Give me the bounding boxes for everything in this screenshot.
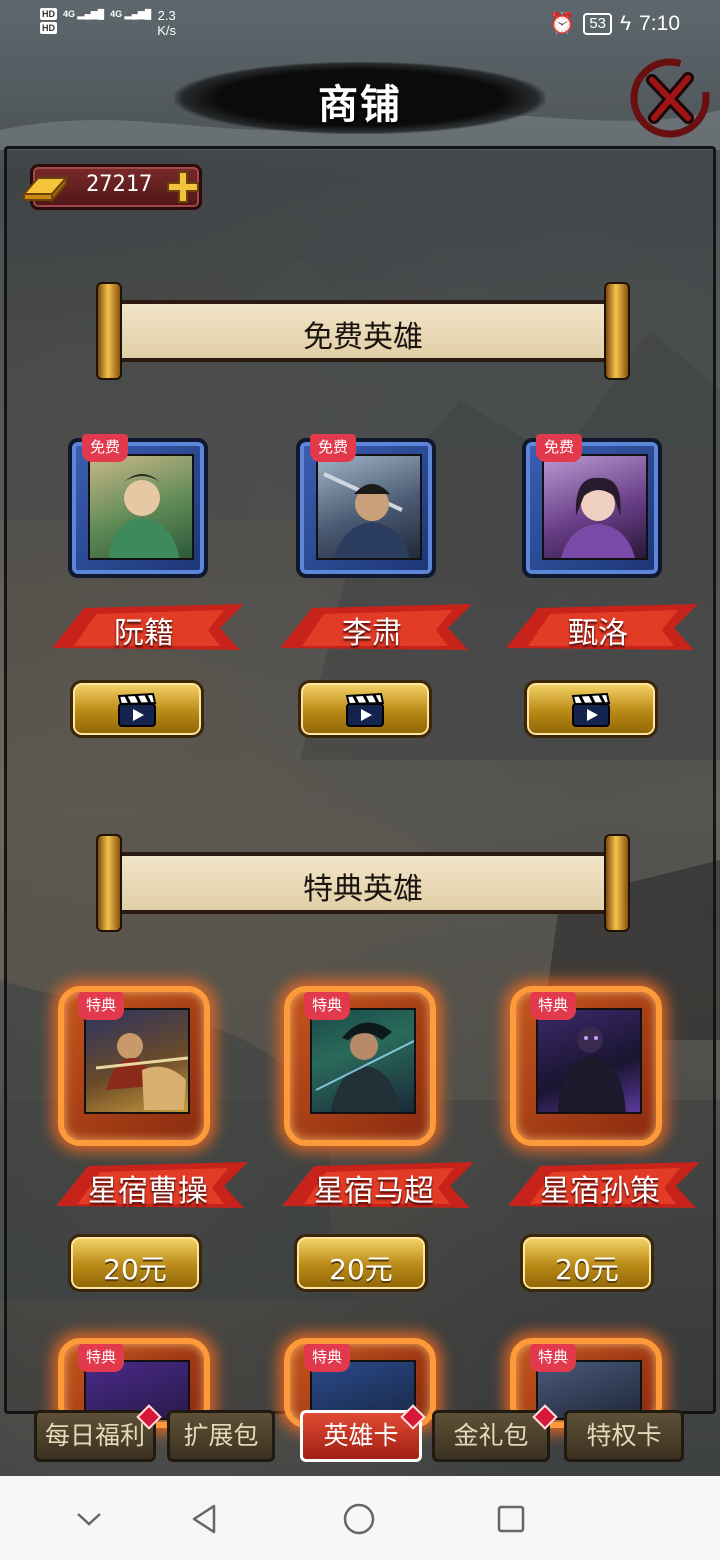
price-label: 20元 bbox=[103, 1253, 167, 1286]
watch-video-button[interactable] bbox=[524, 680, 658, 738]
hero-card-special[interactable]: 特典 星宿孙策 20元 bbox=[508, 986, 700, 1316]
hero-name-ribbon: 星宿曹操 bbox=[48, 1158, 248, 1212]
system-navigation-bar bbox=[0, 1476, 720, 1560]
battery-indicator: 53 bbox=[583, 13, 612, 35]
add-gold-button[interactable] bbox=[162, 166, 204, 208]
section-title: 免费英雄 bbox=[303, 320, 423, 355]
hero-name: 星宿曹操 bbox=[88, 1174, 208, 1209]
recent-apps-icon[interactable] bbox=[494, 1502, 528, 1536]
hero-card-special[interactable]: 特典 星宿马超 20元 bbox=[282, 986, 474, 1316]
hero-portrait bbox=[542, 454, 648, 560]
special-tag: 特典 bbox=[78, 992, 124, 1020]
hero-card-special-partial[interactable]: 特典 bbox=[58, 1338, 218, 1428]
hero-card-free[interactable]: 免费 甄洛 bbox=[506, 434, 698, 758]
free-tag: 免费 bbox=[536, 434, 582, 462]
hero-name: 星宿孙策 bbox=[540, 1174, 660, 1209]
video-clapper-icon bbox=[117, 692, 157, 727]
buy-button[interactable]: 20元 bbox=[68, 1234, 202, 1292]
hero-name: 阮籍 bbox=[114, 616, 174, 651]
video-clapper-icon bbox=[571, 692, 611, 727]
special-tag: 特典 bbox=[304, 992, 350, 1020]
hero-name: 甄洛 bbox=[568, 616, 628, 651]
special-tag: 特典 bbox=[530, 992, 576, 1020]
signal-icon: 4G ▂▄▆█ bbox=[110, 9, 152, 19]
hero-card-special-partial[interactable]: 特典 bbox=[510, 1338, 670, 1428]
tab-privilege-card[interactable]: 特权卡 bbox=[564, 1410, 684, 1462]
special-tag: 特典 bbox=[304, 1344, 350, 1372]
free-tag: 免费 bbox=[310, 434, 356, 462]
hd-badge: HD bbox=[40, 22, 57, 34]
video-clapper-icon bbox=[345, 692, 385, 727]
free-heroes-banner: 免费英雄 bbox=[96, 282, 630, 380]
hero-card-special-partial[interactable]: 特典 bbox=[284, 1338, 444, 1428]
hero-card-special[interactable]: 特典 星宿曹操 20元 bbox=[56, 986, 248, 1316]
special-tag: 特典 bbox=[530, 1344, 576, 1372]
hero-portrait bbox=[316, 454, 422, 560]
page-title: 商铺 bbox=[318, 82, 402, 128]
charging-icon: ϟ bbox=[620, 12, 632, 35]
hd-badge: HD bbox=[40, 8, 57, 20]
hero-name-ribbon: 甄洛 bbox=[498, 600, 698, 654]
signal-icon: 4G ▂▄▆█ bbox=[63, 9, 105, 19]
back-icon[interactable] bbox=[188, 1502, 222, 1536]
buy-button[interactable]: 20元 bbox=[294, 1234, 428, 1292]
hero-card-free[interactable]: 免费 阮籍 bbox=[52, 434, 244, 758]
section-title: 特典英雄 bbox=[303, 872, 423, 907]
price-label: 20元 bbox=[555, 1253, 619, 1286]
hero-name: 星宿马超 bbox=[314, 1174, 434, 1209]
network-speed: 2.3 K/s bbox=[157, 8, 177, 38]
hero-name-ribbon: 李肃 bbox=[272, 600, 472, 654]
chevron-down-icon[interactable] bbox=[72, 1502, 106, 1536]
close-button[interactable] bbox=[628, 56, 712, 140]
hero-portrait bbox=[84, 1008, 190, 1114]
close-icon bbox=[630, 58, 710, 138]
hero-portrait bbox=[310, 1008, 416, 1114]
special-heroes-banner: 特典英雄 bbox=[96, 834, 630, 932]
tab-expansion-pack[interactable]: 扩展包 bbox=[167, 1410, 275, 1462]
status-bar: HD HD 4G ▂▄▆█ 4G ▂▄▆█ 2.3 K/s ⏰ 53 ϟ 7:1… bbox=[0, 0, 720, 52]
bottom-tab-bar: 每日福利 扩展包 英雄卡 金礼包 特权卡 bbox=[34, 1404, 694, 1464]
home-icon[interactable] bbox=[342, 1502, 376, 1536]
gold-ingot-icon bbox=[21, 175, 69, 203]
hero-name-ribbon: 星宿孙策 bbox=[500, 1158, 700, 1212]
watch-video-button[interactable] bbox=[70, 680, 204, 738]
hero-name: 李肃 bbox=[342, 616, 402, 651]
free-tag: 免费 bbox=[82, 434, 128, 462]
hero-name-ribbon: 阮籍 bbox=[44, 600, 244, 654]
watch-video-button[interactable] bbox=[298, 680, 432, 738]
alarm-icon: ⏰ bbox=[549, 12, 576, 35]
buy-button[interactable]: 20元 bbox=[520, 1234, 654, 1292]
hero-portrait bbox=[536, 1008, 642, 1114]
special-tag: 特典 bbox=[78, 1344, 124, 1372]
clock: 7:10 bbox=[639, 12, 680, 35]
hero-card-free[interactable]: 免费 李肃 bbox=[280, 434, 472, 758]
price-label: 20元 bbox=[329, 1253, 393, 1286]
gold-amount: 27217 bbox=[86, 172, 153, 197]
hero-portrait bbox=[88, 454, 194, 560]
hero-name-ribbon: 星宿马超 bbox=[274, 1158, 474, 1212]
